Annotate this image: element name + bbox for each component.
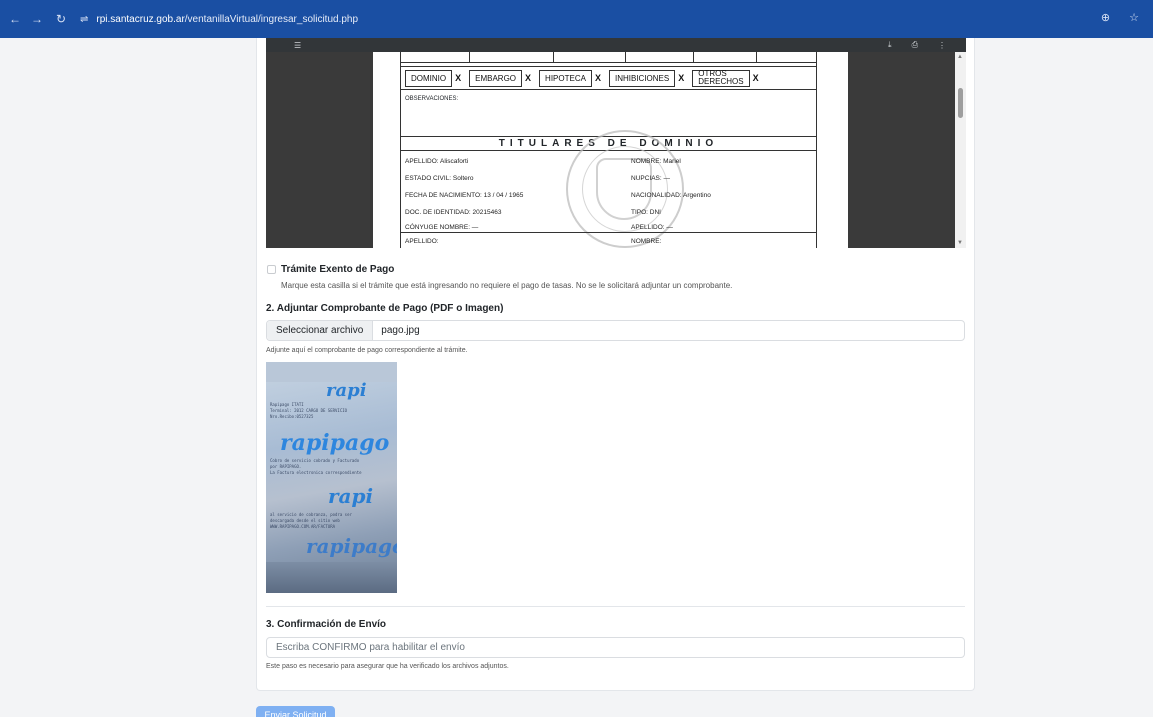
pdf-scrollbar[interactable]: ▲ ▼ — [955, 52, 966, 248]
site-info-icon[interactable]: ⇌ — [80, 14, 88, 25]
back-arrow-icon[interactable]: ← — [6, 12, 24, 26]
receipt-line-2: por RAPIPAGO. — [270, 464, 302, 469]
pdf-page: DOMINIO X EMBARGO X HIPOTECA X INHIBICIO… — [373, 52, 848, 248]
exento-label[interactable]: Trámite Exento de Pago — [281, 264, 394, 275]
receipt-line-4: al servicio de cobranza, podra ser — [270, 512, 352, 517]
otros-mark: X — [752, 73, 759, 83]
receipt-line-5: descargada desde el sitio web — [270, 518, 340, 523]
field-conyuge: CÓNYUGE NOMBRE: — — [405, 224, 479, 231]
rapi-logo: rapi — [326, 380, 367, 401]
field-estado-civil: ESTADO CIVIL: Soltero — [405, 175, 474, 182]
dominio-cell: DOMINIO — [405, 69, 453, 87]
otros-derechos-cell: OTROS DERECHOS — [692, 69, 750, 87]
field-apellido: APELLIDO: Aliscaforti — [405, 158, 469, 165]
file-input[interactable]: Seleccionar archivo pago.jpg — [266, 320, 965, 341]
zoom-icon[interactable]: ⊕ — [1101, 12, 1110, 24]
section-3-help: Este paso es necesario para asegurar que… — [266, 663, 509, 670]
section-2-help: Adjunte aquí el comprobante de pago corr… — [266, 347, 468, 354]
receipt-line-6: WWW.RAPIPAGO.COM.AR/FACTURA — [270, 524, 336, 529]
bookmark-star-icon[interactable]: ☆ — [1129, 12, 1139, 24]
embargo-cell: EMBARGO — [469, 69, 523, 87]
exento-help: Marque esta casilla si el trámite que es… — [281, 281, 733, 290]
hipoteca-cell: HIPOTECA — [539, 69, 592, 87]
observaciones-label: OBSERVACIONES: — [405, 96, 459, 102]
confirm-input[interactable] — [266, 637, 965, 658]
field-nacionalidad: NACIONALIDAD: Argentino — [631, 192, 711, 199]
scroll-up-icon[interactable]: ▲ — [957, 54, 963, 60]
exento-checkbox[interactable] — [267, 265, 276, 274]
pdf-scroll-thumb[interactable] — [958, 88, 963, 118]
url-path: /ventanillaVirtual/ingresar_solicitud.ph… — [184, 13, 359, 25]
submit-button[interactable]: Enviar Solicitud — [256, 706, 335, 717]
receipt-line-3: La Factura electronica correspondiente — [270, 470, 362, 475]
section-divider — [266, 606, 965, 607]
field-doc-identidad: DOC. DE IDENTIDAD: 20215463 — [405, 209, 502, 216]
section-3-title: 3. Confirmación de Envío — [266, 619, 387, 630]
otros-line2: DERECHOS — [698, 77, 744, 86]
field-nupcias: NUPCIAS: — — [631, 175, 671, 182]
browser-toolbar: ← → ↻ ⇌ rpi.santacruz.gob.ar /ventanilla… — [0, 0, 1153, 38]
field-apellido-2: APELLIDO: — [405, 238, 439, 245]
pdf-print-icon[interactable]: ⎙ — [912, 40, 918, 50]
reload-icon[interactable]: ↻ — [52, 12, 70, 26]
field-nombre: NOMBRE: Mariel — [631, 158, 681, 165]
select-file-button[interactable]: Seleccionar archivo — [267, 321, 374, 340]
forward-arrow-icon[interactable]: → — [28, 12, 46, 26]
pdf-more-icon[interactable]: ⋮ — [938, 41, 946, 50]
embargo-mark: X — [525, 73, 532, 83]
pdf-viewer[interactable]: ☰ ⤓ ⎙ ⋮ DOMINIO X EMBARGO X HIPOTECA X I… — [266, 38, 966, 248]
address-bar[interactable]: ⇌ rpi.santacruz.gob.ar /ventanillaVirtua… — [80, 14, 358, 25]
field-fecha-nacimiento: FECHA DE NACIMIENTO: 13 / 04 / 1965 — [405, 192, 524, 199]
receipt-line-1: Cobro de servicio cobrado y Facturado — [270, 458, 360, 463]
field-apellido-conyuge: APELLIDO: — — [631, 224, 673, 231]
rights-row: DOMINIO X EMBARGO X HIPOTECA X INHIBICIO… — [401, 66, 816, 90]
pdf-toolbar: ☰ ⤓ ⎙ ⋮ — [266, 38, 966, 52]
rapipago-logo: rapipago — [280, 430, 390, 456]
scroll-down-icon[interactable]: ▼ — [957, 240, 963, 246]
pdf-menu-icon[interactable]: ☰ — [294, 41, 301, 50]
file-name: pago.jpg — [381, 325, 420, 336]
hipoteca-mark: X — [594, 73, 601, 83]
receipt-preview-image: rapi Rapipago ITATI Terminal: 2012 CARGO… — [266, 362, 397, 593]
inhibiciones-cell: INHIBICIONES — [608, 69, 676, 87]
field-tipo: TIPO: DNI — [631, 209, 661, 216]
field-nombre-2: NOMBRE: — [631, 238, 662, 245]
url-host: rpi.santacruz.gob.ar — [96, 13, 185, 25]
rapi-logo-2: rapi — [328, 484, 374, 508]
section-2-title: 2. Adjuntar Comprobante de Pago (PDF o I… — [266, 303, 504, 314]
dominio-mark: X — [455, 73, 462, 83]
inhibiciones-mark: X — [678, 73, 685, 83]
pdf-download-icon[interactable]: ⤓ — [888, 40, 892, 50]
rapipago-logo-2: rapipago — [306, 534, 397, 558]
